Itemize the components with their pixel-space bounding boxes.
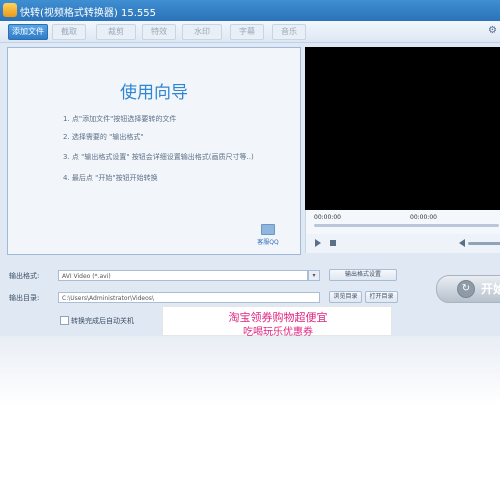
shutdown-checkbox[interactable] [60, 316, 69, 325]
seek-slider[interactable] [314, 224, 499, 227]
usage-guide-panel: 使用向导 1. 点"添加文件"按钮选择要转的文件 2. 选择需要的 "输出格式"… [7, 47, 301, 255]
volume-icon[interactable] [459, 239, 465, 247]
browse-dir-button[interactable]: 浏览目录 [329, 291, 362, 303]
refresh-icon: ↻ [457, 280, 475, 298]
guide-step-4: 4. 最后点 "开始"按钮开始转换 [63, 174, 158, 182]
output-format-select[interactable]: AVI Video (*.avi) [58, 270, 308, 281]
playback-timeline: 00:00:00 00:00:00 [305, 210, 500, 234]
output-settings-area: 输出格式: AVI Video (*.avi) ▾ 输出格式设置 输出目录: C… [0, 258, 500, 336]
play-icon[interactable] [315, 239, 321, 247]
toolbar: 添加文件 截取 裁剪 特效 水印 字幕 音乐 ⚙ [0, 21, 500, 43]
output-dir-field[interactable]: C:\Users\Administrator\Videos\ [58, 292, 320, 303]
guide-title: 使用向导 [120, 83, 188, 103]
player-controls [305, 234, 500, 253]
guide-step-2: 2. 选择需要的 "输出格式" [63, 133, 144, 141]
format-settings-button[interactable]: 输出格式设置 [329, 269, 397, 281]
app-logo-icon [3, 3, 17, 17]
add-file-button[interactable]: 添加文件 [8, 24, 48, 40]
ad-line-2: 吃喝玩乐优惠券 [243, 327, 313, 336]
customer-service-link[interactable]: 客服QQ [256, 224, 280, 246]
stop-icon[interactable] [330, 240, 336, 246]
crop-button[interactable]: 裁剪 [96, 24, 136, 40]
current-time: 00:00:00 [314, 214, 341, 221]
start-button[interactable]: ↻ 开始 [436, 275, 500, 303]
guide-step-1: 1. 点"添加文件"按钮选择要转的文件 [63, 115, 177, 123]
window-title: 快转(视频格式转换器) 15.555 [20, 8, 156, 19]
bottom-fade [0, 336, 500, 406]
watermark-button[interactable]: 水印 [182, 24, 222, 40]
guide-step-3: 3. 点 "输出格式设置" 按钮会详细设置输出格式(画质尺寸等..) [63, 153, 254, 161]
clip-button[interactable]: 截取 [52, 24, 86, 40]
app-window: 快转(视频格式转换器) 15.555 添加文件 截取 裁剪 特效 水印 字幕 音… [0, 0, 500, 336]
ad-banner[interactable]: 淘宝领券购物超便宜 吃喝玩乐优惠券 [162, 306, 392, 336]
title-bar: 快转(视频格式转换器) 15.555 [0, 0, 500, 21]
shutdown-label: 转换完成后自动关机 [71, 317, 134, 325]
volume-slider[interactable] [468, 242, 500, 245]
start-label: 开始 [481, 282, 500, 296]
effects-button[interactable]: 特效 [142, 24, 176, 40]
subtitle-button[interactable]: 字幕 [230, 24, 264, 40]
video-preview [305, 47, 500, 210]
open-dir-button[interactable]: 打开目录 [365, 291, 398, 303]
message-icon [261, 224, 275, 235]
gear-icon[interactable]: ⚙ [488, 26, 498, 36]
music-button[interactable]: 音乐 [272, 24, 306, 40]
output-format-label: 输出格式: [9, 272, 40, 280]
customer-service-label: 客服QQ [257, 239, 279, 246]
total-time: 00:00:00 [410, 214, 437, 221]
output-dir-label: 输出目录: [9, 294, 40, 302]
chevron-down-icon[interactable]: ▾ [308, 270, 320, 281]
